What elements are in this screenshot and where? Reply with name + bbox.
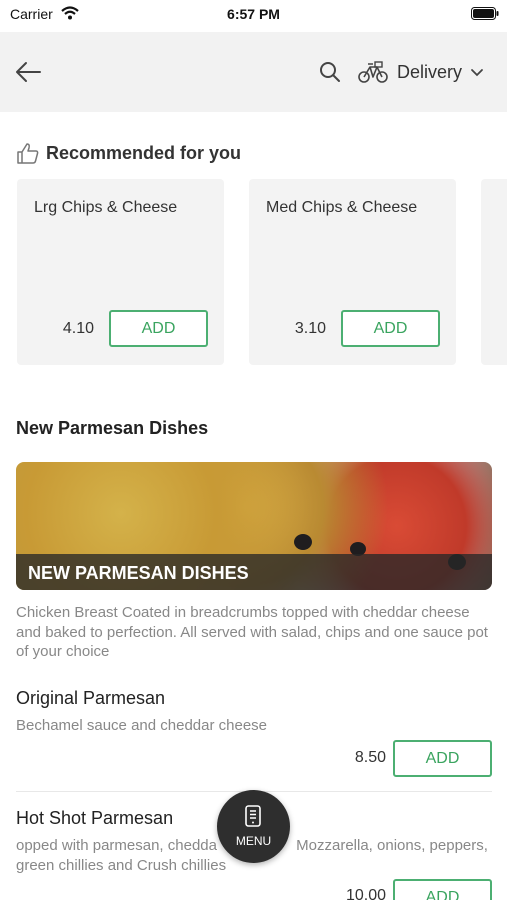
add-button[interactable]: ADD <box>341 310 440 347</box>
menu-item-price: 8.50 <box>354 749 386 766</box>
delivery-label: Delivery <box>397 61 463 82</box>
chevron-down-icon <box>471 69 483 77</box>
menu-item-name[interactable]: Original Parmesan <box>16 688 165 709</box>
banner-olive <box>294 534 312 550</box>
menu-item-description: Bechamel sauce and cheddar cheese <box>16 717 268 734</box>
recommended-card[interactable]: Lrg Chips & Cheese 4.10 ADD <box>17 179 224 365</box>
search-icon[interactable] <box>318 60 342 84</box>
recommended-item-price: 3.10 <box>294 320 326 337</box>
thumbs-up-icon <box>17 143 39 164</box>
recommended-card[interactable]: Med Chips & Cheese 3.10 ADD <box>249 179 456 365</box>
top-nav-bar: Delivery <box>0 32 507 112</box>
menu-item-name[interactable]: Hot Shot Parmesan <box>16 808 173 829</box>
recommended-heading: Recommended for you <box>16 142 241 164</box>
menu-fab-label: MENU <box>235 834 272 848</box>
back-arrow-icon[interactable] <box>14 60 42 84</box>
battery-icon <box>471 7 499 20</box>
status-bar: Carrier 6:57 PM <box>0 0 507 30</box>
category-description: Chicken Breast Coated in breadcrumbs top… <box>16 604 488 660</box>
recommended-card-partial[interactable] <box>481 179 507 365</box>
bicycle-icon <box>358 61 388 83</box>
menu-item-price: 10.00 <box>345 887 386 900</box>
phone-icon <box>245 805 261 827</box>
category-title: New Parmesan Dishes <box>16 418 209 438</box>
add-button[interactable]: ADD <box>393 879 492 900</box>
category-banner-image: NEW PARMESAN DISHES <box>16 462 492 590</box>
delivery-mode-selector[interactable]: Delivery <box>358 56 484 88</box>
clock: 6:57 PM <box>227 6 280 22</box>
menu-fab-button[interactable]: MENU <box>217 790 290 863</box>
add-button[interactable]: ADD <box>109 310 208 347</box>
recommended-item-name: Med Chips & Cheese <box>266 199 418 216</box>
recommended-item-name: Lrg Chips & Cheese <box>34 199 178 216</box>
recommended-item-price: 4.10 <box>62 320 94 337</box>
recommended-title: Recommended for you <box>46 142 242 163</box>
add-button[interactable]: ADD <box>393 740 492 777</box>
banner-caption: NEW PARMESAN DISHES <box>28 563 249 583</box>
